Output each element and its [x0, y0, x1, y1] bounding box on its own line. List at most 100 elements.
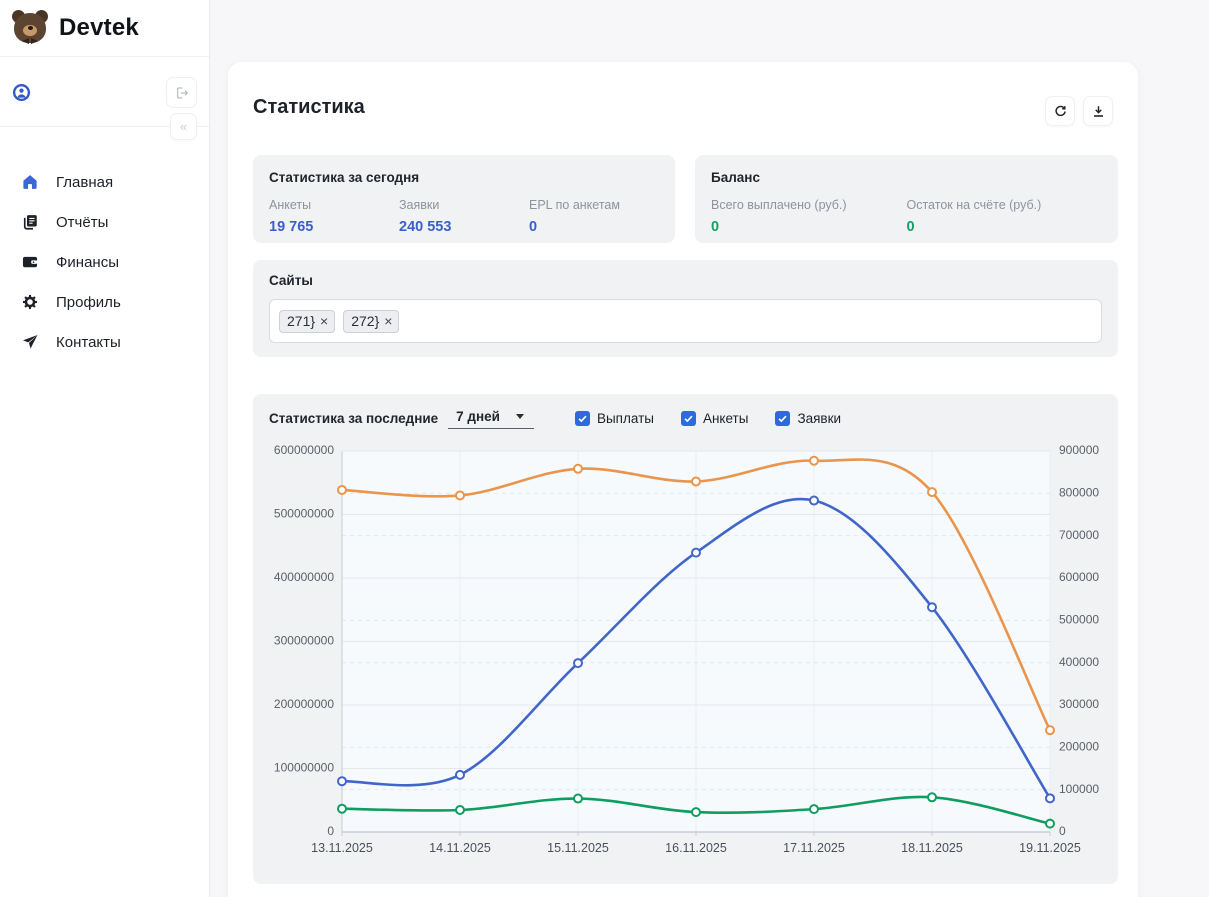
sites-card: Сайты 271}×272}×	[253, 260, 1118, 357]
chart-card: Статистика за последние 7 дней Выплаты Ан…	[253, 394, 1118, 884]
svg-text:400000: 400000	[1059, 655, 1099, 669]
svg-text:600000: 600000	[1059, 570, 1099, 584]
metric-value: 0	[711, 219, 907, 235]
main-area: Статистика Статистика за сегодня Анкеты 1…	[210, 0, 1209, 897]
svg-text:0: 0	[327, 824, 334, 838]
refresh-button[interactable]	[1045, 96, 1075, 126]
gear-icon	[21, 293, 39, 311]
chevron-down-icon	[516, 414, 524, 419]
balance-card: Баланс Всего выплачено (руб.)0Остаток на…	[695, 155, 1118, 243]
metric-value: 0	[907, 219, 1103, 235]
site-tag: 272}×	[343, 310, 399, 333]
today-metrics: Анкеты 19 765Заявки 240 553EPL по анкетам 0	[269, 198, 659, 235]
checkbox-icon	[575, 411, 590, 426]
svg-text:500000: 500000	[1059, 613, 1099, 627]
svg-text:13.11.2025: 13.11.2025	[311, 841, 373, 855]
series-checkbox-заявки[interactable]: Заявки	[775, 411, 841, 426]
checkbox-icon	[775, 411, 790, 426]
checkbox-label: Анкеты	[703, 411, 748, 426]
download-button[interactable]	[1083, 96, 1113, 126]
period-label: Статистика за последние	[269, 411, 438, 426]
svg-text:800000: 800000	[1059, 486, 1099, 500]
logo-row: Devtek	[0, 0, 209, 57]
sidebar-nav: Главная Отчёты Финансы Профиль Контакты	[0, 162, 209, 362]
wallet-icon	[21, 253, 39, 271]
svg-text:0: 0	[1059, 824, 1066, 838]
metric-value: 19 765	[269, 219, 399, 235]
metric-label: Заявки	[399, 198, 529, 212]
metric: Всего выплачено (руб.) 0	[711, 198, 907, 235]
paper-plane-icon	[21, 333, 39, 351]
sidebar-item-label: Финансы	[56, 254, 119, 271]
checkbox-label: Выплаты	[597, 411, 654, 426]
site-tag: 271}×	[279, 310, 335, 333]
svg-text:15.11.2025: 15.11.2025	[547, 841, 609, 855]
sites-title: Сайты	[269, 273, 1102, 288]
svg-text:200000000: 200000000	[274, 697, 334, 711]
series-checkbox-выплаты[interactable]: Выплаты	[575, 411, 654, 426]
metric-label: Анкеты	[269, 198, 399, 212]
today-stats-title: Статистика за сегодня	[269, 170, 659, 185]
svg-text:16.11.2025: 16.11.2025	[665, 841, 727, 855]
svg-text:300000000: 300000000	[274, 634, 334, 648]
metric: EPL по анкетам 0	[529, 198, 659, 235]
svg-text:900000: 900000	[1059, 443, 1099, 457]
site-tag-label: 272}	[351, 313, 379, 329]
metric-value: 240 553	[399, 219, 529, 235]
period-select[interactable]: 7 дней	[448, 408, 534, 429]
site-tag-label: 271}	[287, 313, 315, 329]
collapse-sidebar-button[interactable]: «	[170, 113, 197, 140]
sidebar-item-label: Контакты	[56, 334, 121, 351]
sites-multiselect[interactable]: 271}×272}×	[269, 299, 1102, 343]
svg-text:14.11.2025: 14.11.2025	[429, 841, 491, 855]
svg-text:300000: 300000	[1059, 697, 1099, 711]
metric-label: EPL по анкетам	[529, 198, 659, 212]
sidebar-item-label: Отчёты	[56, 214, 108, 231]
bear-logo-icon	[10, 7, 50, 49]
sidebar-item-finance[interactable]: Финансы	[0, 242, 209, 282]
svg-text:19.11.2025: 19.11.2025	[1019, 841, 1081, 855]
metric-label: Остаток на счёте (руб.)	[907, 198, 1103, 212]
series-checkbox-анкеты[interactable]: Анкеты	[681, 411, 748, 426]
brand-name: Devtek	[59, 14, 139, 42]
metric-label: Всего выплачено (руб.)	[711, 198, 907, 212]
remove-tag-icon[interactable]: ×	[318, 314, 328, 328]
metric-value: 0	[529, 219, 659, 235]
balance-title: Баланс	[711, 170, 1102, 185]
reports-icon	[21, 213, 39, 231]
svg-text:17.11.2025: 17.11.2025	[783, 841, 845, 855]
sidebar-item-label: Профиль	[56, 294, 121, 311]
user-row: «	[0, 57, 209, 127]
svg-text:600000000: 600000000	[274, 443, 334, 457]
svg-text:700000: 700000	[1059, 528, 1099, 542]
metric: Анкеты 19 765	[269, 198, 399, 235]
sidebar-item-reports[interactable]: Отчёты	[0, 202, 209, 242]
home-icon	[21, 173, 39, 191]
stats-chart: 0 100000000 200000000 300000000 400000000 500…	[269, 437, 1108, 874]
metric: Заявки 240 553	[399, 198, 529, 235]
period-value: 7 дней	[456, 409, 500, 424]
sidebar: Devtek « Главная Отчёты Финансы Профиль Конт…	[0, 0, 210, 897]
svg-text:100000: 100000	[1059, 782, 1099, 796]
page-title: Статистика	[253, 96, 365, 119]
sidebar-item-contacts[interactable]: Контакты	[0, 322, 209, 362]
sidebar-item-home[interactable]: Главная	[0, 162, 209, 202]
sidebar-item-label: Главная	[56, 174, 113, 191]
svg-text:400000000: 400000000	[274, 570, 334, 584]
series-checkboxes: Выплаты Анкеты Заявки	[575, 411, 841, 426]
user-circle-icon[interactable]	[12, 83, 31, 102]
svg-text:200000: 200000	[1059, 740, 1099, 754]
logout-button[interactable]	[166, 77, 197, 108]
header-actions	[1045, 96, 1113, 126]
checkbox-label: Заявки	[797, 411, 841, 426]
metric: Остаток на счёте (руб.) 0	[907, 198, 1103, 235]
svg-text:100000000: 100000000	[274, 761, 334, 775]
line-chart-svg: 0 100000000 200000000 300000000 400000000 500…	[269, 437, 1114, 869]
remove-tag-icon[interactable]: ×	[382, 314, 392, 328]
sidebar-item-profile[interactable]: Профиль	[0, 282, 209, 322]
today-stats-card: Статистика за сегодня Анкеты 19 765Заявки…	[253, 155, 675, 243]
statistics-card: Статистика Статистика за сегодня Анкеты 1…	[228, 62, 1138, 897]
svg-text:18.11.2025: 18.11.2025	[901, 841, 963, 855]
balance-metrics: Всего выплачено (руб.)0Остаток на счёте …	[711, 198, 1102, 235]
svg-text:500000000: 500000000	[274, 507, 334, 521]
